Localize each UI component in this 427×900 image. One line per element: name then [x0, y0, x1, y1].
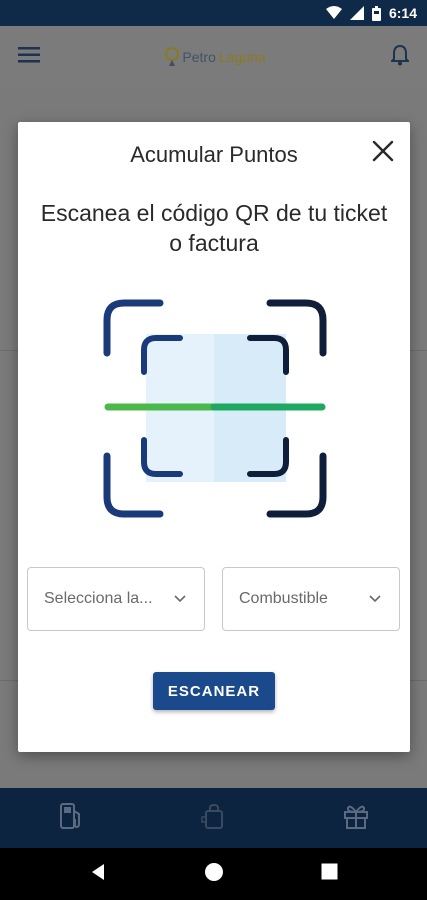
wifi-icon	[325, 6, 342, 20]
gift-icon	[342, 802, 370, 835]
app-logo: Petro Laguna	[165, 47, 266, 67]
shopping-bag-icon	[200, 802, 226, 835]
dialog-title: Acumular Puntos	[130, 142, 298, 167]
app-bar: Petro Laguna	[0, 26, 427, 88]
station-select-value: Selecciona la...	[44, 590, 153, 607]
bell-icon[interactable]	[389, 44, 411, 71]
chevron-down-icon	[369, 590, 381, 608]
fuel-pump-icon	[58, 802, 84, 835]
system-nav-bar	[0, 848, 427, 900]
bottom-nav	[0, 788, 427, 848]
chevron-down-icon	[174, 590, 186, 608]
status-bar: 6:14	[0, 0, 427, 26]
station-select[interactable]: Selecciona la...	[27, 567, 205, 631]
logo-text-laguna: Laguna	[218, 49, 266, 65]
type-select[interactable]: Combustible	[222, 567, 400, 631]
type-select-value: Combustible	[239, 590, 328, 607]
qr-scan-illustration	[102, 298, 328, 524]
back-icon[interactable]	[89, 863, 107, 886]
logo-text-petro: Petro	[182, 49, 216, 65]
status-time: 6:14	[388, 5, 417, 21]
nav-item-rewards[interactable]	[326, 802, 386, 835]
scan-button[interactable]: ESCANEAR	[153, 672, 275, 710]
nav-item-fuel[interactable]	[41, 802, 101, 835]
close-button[interactable]	[370, 140, 396, 166]
signal-icon	[349, 6, 364, 20]
close-icon	[372, 140, 394, 167]
battery-icon	[371, 5, 381, 21]
dialog-instructions: Escanea el código QR de tu ticket o fact…	[40, 200, 388, 256]
home-icon[interactable]	[204, 862, 224, 887]
menu-icon[interactable]	[18, 46, 40, 68]
accumulate-points-dialog: Acumular Puntos Escanea el código QR de …	[18, 122, 410, 752]
recents-icon[interactable]	[321, 863, 338, 885]
nav-item-shop[interactable]	[183, 802, 243, 835]
